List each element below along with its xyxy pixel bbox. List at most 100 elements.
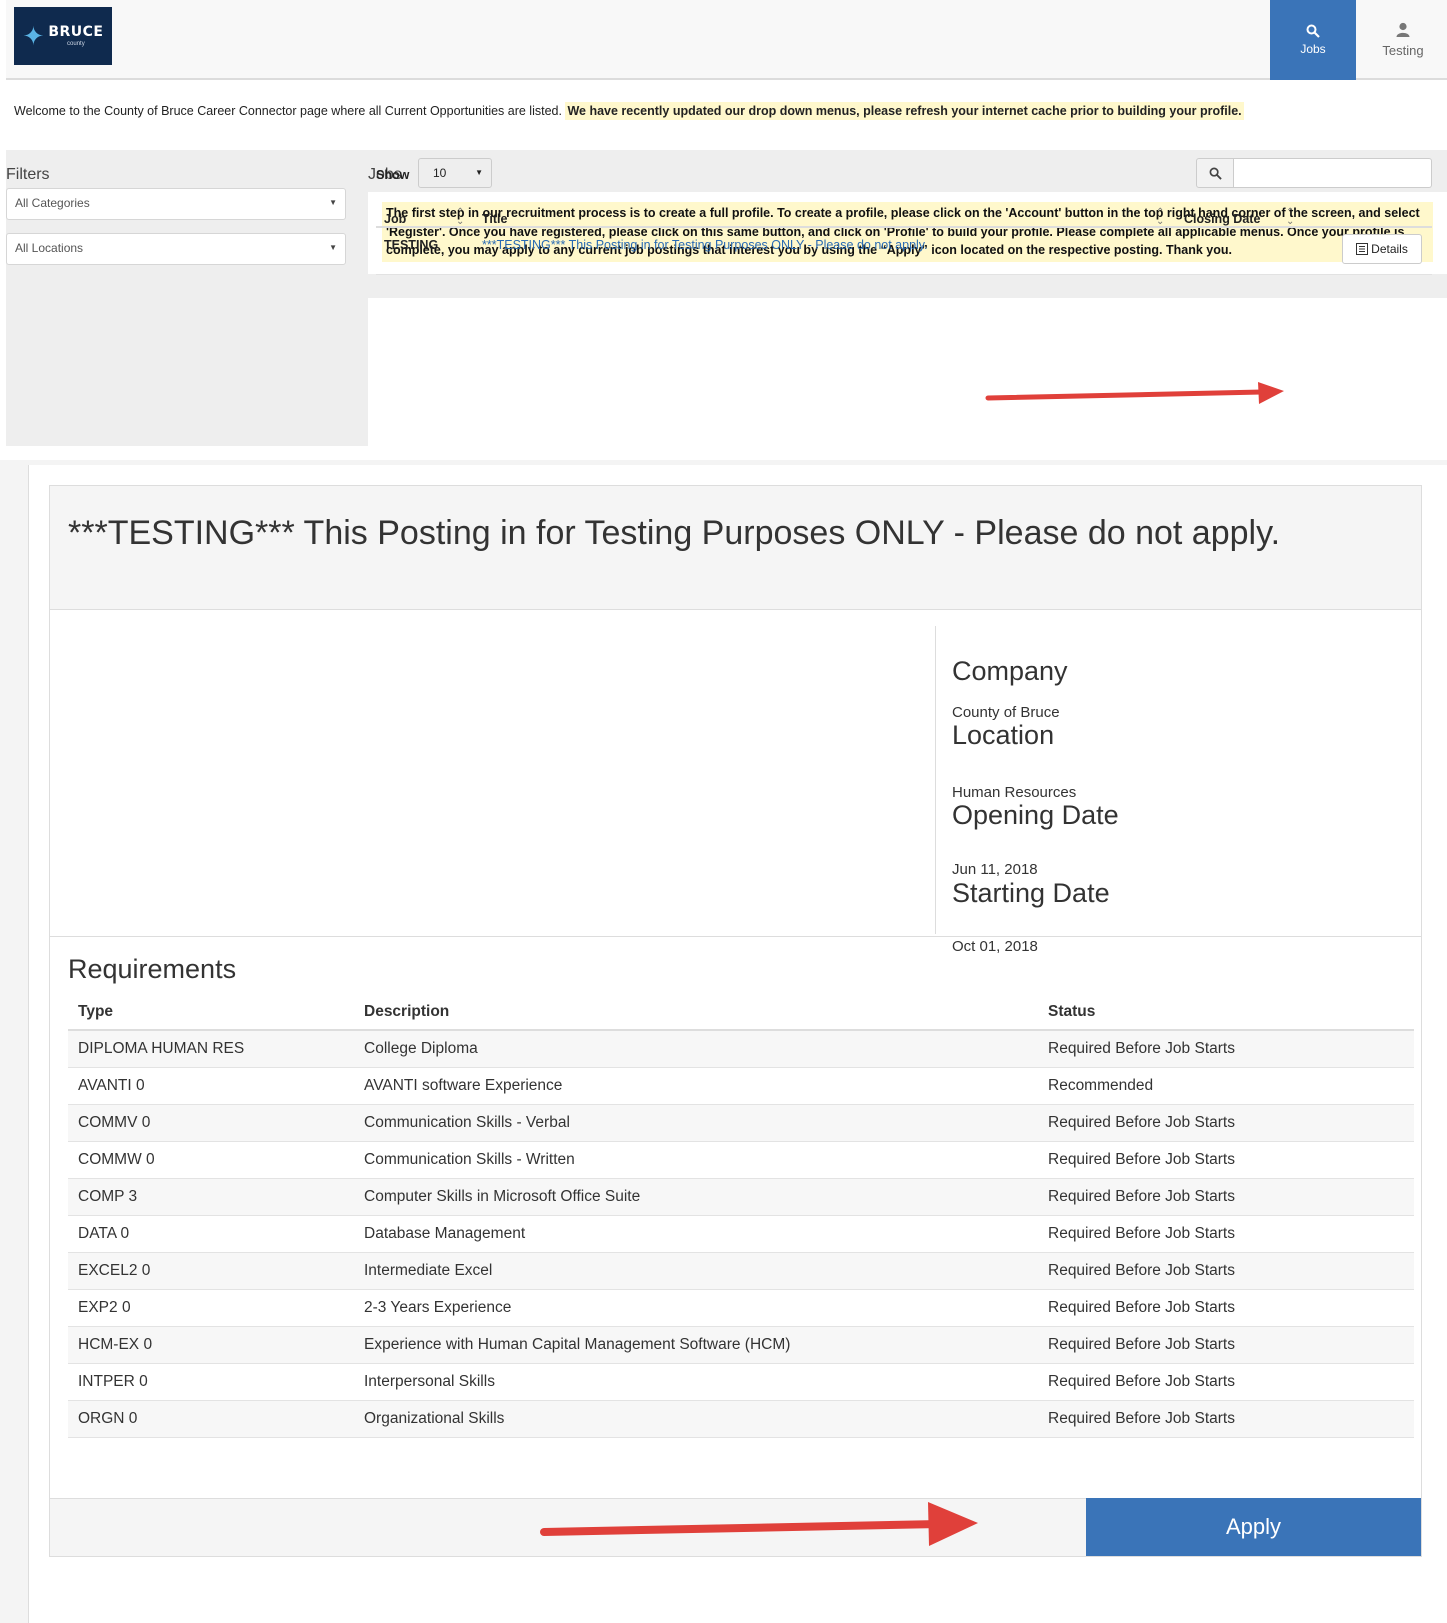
column-header-type: Type [68, 994, 354, 1031]
column-header-description: Description [354, 994, 1038, 1031]
filters-title: Filters [6, 166, 50, 183]
annotation-arrow-apply [540, 1502, 978, 1546]
requirement-description: College Diploma [354, 1030, 1038, 1068]
location-select[interactable]: All Locations ▼ [6, 233, 346, 265]
requirement-row: EXCEL2 0 Intermediate Excel Required Befor… [68, 1252, 1414, 1290]
requirement-row: COMMV 0 Communication Skills - Verbal Requ… [68, 1104, 1414, 1142]
requirement-row: AVANTI 0 AVANTI software Experience Recomm… [68, 1067, 1414, 1105]
caret-down-icon: ▼ [329, 198, 337, 207]
requirement-status: Required Before Job Starts [1038, 1178, 1414, 1216]
page-size-value: 10 [433, 166, 447, 180]
bruce-county-logo[interactable]: ✦ BRUCE county [14, 7, 112, 65]
posting-title: ***TESTING*** This Posting in for Testin… [50, 486, 1421, 610]
details-divider [935, 626, 936, 934]
requirement-type: COMMW 0 [68, 1141, 354, 1179]
location-select-value: All Locations [15, 241, 84, 255]
requirement-type: COMP 3 [68, 1178, 354, 1216]
requirement-description: Experience with Human Capital Management… [354, 1326, 1038, 1364]
header-divider [376, 226, 1432, 228]
requirements-title: Requirements [68, 954, 237, 984]
requirement-description: Organizational Skills [354, 1400, 1038, 1438]
requirement-type: DATA 0 [68, 1215, 354, 1253]
compass-star-icon: ✦ [22, 21, 45, 51]
requirement-status: Required Before Job Starts [1038, 1289, 1414, 1327]
sort-icon[interactable]: ⌃ ⌄ [1156, 208, 1164, 227]
requirement-type: ORGN 0 [68, 1400, 354, 1438]
requirement-row: EXP2 0 2-3 Years Experience Required Befor… [68, 1289, 1414, 1327]
category-select-value: All Categories [15, 196, 90, 210]
requirement-status: Recommended [1038, 1067, 1414, 1105]
requirement-row: COMMW 0 Communication Skills - Written Req… [68, 1141, 1414, 1179]
company-value: County of Bruce [952, 704, 1060, 721]
location-value: Human Resources [952, 784, 1077, 801]
logo-subtext: county [67, 41, 85, 47]
requirement-description: Database Management [354, 1215, 1038, 1253]
row-divider [376, 274, 1432, 275]
job-list-screen: ✦ BRUCE county Jobs Testing Welcome to t… [0, 0, 1447, 448]
requirements-header-row: Type Description Status [68, 994, 1414, 1031]
requirement-description: Computer Skills in Microsoft Office Suit… [354, 1178, 1038, 1216]
column-header-job[interactable]: Job [384, 212, 406, 226]
requirement-row: INTPER 0 Interpersonal Skills Required Bef… [68, 1363, 1414, 1401]
requirement-type: COMMV 0 [68, 1104, 354, 1142]
page-size-select[interactable]: 10 ▼ [418, 158, 492, 188]
logo-text: BRUCE [48, 24, 104, 40]
requirement-type: DIPLOMA HUMAN RES [68, 1030, 354, 1068]
job-details-screen: ***TESTING*** This Posting in for Testin… [0, 460, 1447, 1623]
requirement-description: Intermediate Excel [354, 1252, 1038, 1290]
requirement-status: Required Before Job Starts [1038, 1141, 1414, 1179]
opening-date-value: Jun 11, 2018 [952, 861, 1038, 878]
job-title-link[interactable]: ***TESTING*** This Posting in for Testin… [482, 238, 928, 252]
category-select[interactable]: All Categories ▼ [6, 188, 346, 220]
details-button[interactable]: Details [1342, 234, 1422, 264]
requirement-type: EXP2 0 [68, 1289, 354, 1327]
requirement-status: Required Before Job Starts [1038, 1215, 1414, 1253]
requirement-description: Communication Skills - Written [354, 1141, 1038, 1179]
details-label: Details [1371, 242, 1408, 256]
requirement-type: INTPER 0 [68, 1363, 354, 1401]
requirement-row: COMP 3 Computer Skills in Microsoft Offic… [68, 1178, 1414, 1216]
starting-date-value: Oct 01, 2018 [952, 938, 1038, 955]
requirement-status: Required Before Job Starts [1038, 1400, 1414, 1438]
posting-card: ***TESTING*** This Posting in for Testin… [49, 485, 1422, 1557]
requirement-status: Required Before Job Starts [1038, 1326, 1414, 1364]
requirements-table: Type Description Status DIPLOMA HUMAN RE… [68, 994, 1414, 1438]
requirement-row: DATA 0 Database Management Required Before… [68, 1215, 1414, 1253]
requirement-description: AVANTI software Experience [354, 1067, 1038, 1105]
column-header-status: Status [1038, 994, 1414, 1031]
job-code-cell: TESTING [384, 238, 439, 252]
requirements-body: DIPLOMA HUMAN RES College Diploma Required… [68, 1030, 1414, 1438]
apply-button[interactable]: Apply [1086, 1498, 1421, 1556]
starting-date-label: Starting Date [952, 878, 1110, 908]
details-page: ***TESTING*** This Posting in for Testin… [28, 465, 1447, 1623]
search-button[interactable] [1196, 158, 1234, 188]
sort-icon[interactable]: ⌃ ⌄ [456, 208, 464, 227]
annotation-arrow-details [985, 382, 1284, 404]
caret-down-icon: ▼ [329, 243, 337, 252]
requirement-row: DIPLOMA HUMAN RES College Diploma Required… [68, 1030, 1414, 1068]
requirement-row: HCM-EX 0 Experience with Human Capital Ma… [68, 1326, 1414, 1364]
requirement-description: Interpersonal Skills [354, 1363, 1038, 1401]
requirement-status: Required Before Job Starts [1038, 1030, 1414, 1068]
details-icon [1356, 243, 1369, 255]
show-label: Show [376, 168, 410, 182]
requirement-status: Required Before Job Starts [1038, 1252, 1414, 1290]
requirement-description: Communication Skills - Verbal [354, 1104, 1038, 1142]
requirement-description: 2-3 Years Experience [354, 1289, 1038, 1327]
requirement-type: HCM-EX 0 [68, 1326, 354, 1364]
section-divider [50, 936, 1421, 937]
search-input[interactable] [1234, 158, 1432, 188]
column-header-title[interactable]: Title [482, 212, 507, 226]
company-label: Company [952, 656, 1068, 686]
opening-date-label: Opening Date [952, 800, 1119, 830]
requirement-type: EXCEL2 0 [68, 1252, 354, 1290]
requirement-status: Required Before Job Starts [1038, 1363, 1414, 1401]
column-header-closing-date[interactable]: Closing Date [1184, 212, 1260, 226]
caret-down-icon: ▼ [475, 168, 483, 177]
requirement-row: ORGN 0 Organizational Skills Required Befo… [68, 1400, 1414, 1438]
filters-panel: Filters All Categories ▼ All Locations ▼ [6, 150, 366, 446]
requirement-status: Required Before Job Starts [1038, 1104, 1414, 1142]
location-label: Location [952, 720, 1055, 750]
search-icon [1209, 167, 1222, 180]
sort-icon[interactable]: ⌃ ⌄ [1286, 208, 1294, 227]
